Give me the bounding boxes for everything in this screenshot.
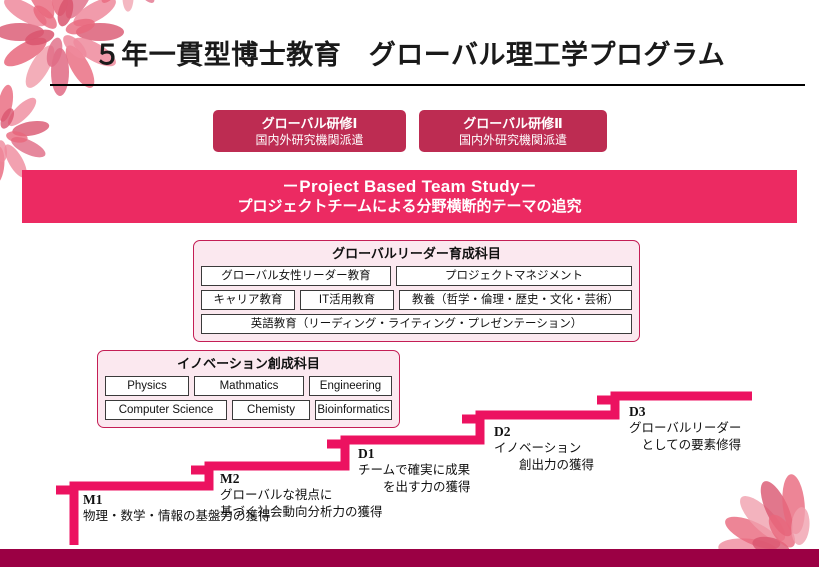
stage-description-line1: イノベーション	[494, 441, 582, 455]
stage-code: D3	[629, 404, 646, 419]
stage-label-d3: D3 グローバルリーダー としての要素修得	[629, 404, 741, 454]
stage-label-d2: D2 イノベーション 創出力の獲得	[494, 424, 594, 474]
stage-description-line2: としての要素修得	[629, 438, 742, 452]
stage-description-line2: 創出力の獲得	[494, 458, 595, 472]
stage-code: D2	[494, 424, 511, 439]
stage-description-line1: チームで確実に成果	[358, 463, 471, 477]
stage-description-line2: を出す力の獲得	[358, 480, 471, 494]
footer-bar	[0, 549, 819, 567]
slide-canvas: ５年一貫型博士教育 グローバル理工学プログラム グローバル研修Ⅰ 国内外研究機関…	[0, 0, 819, 567]
stage-label-d1: D1 チームで確実に成果 を出す力の獲得	[358, 446, 471, 496]
stage-code: D1	[358, 446, 375, 461]
stage-description-line2: 基づく社会動向分析力の獲得	[220, 505, 383, 519]
stage-description-line1: グローバルリーダー	[629, 421, 742, 435]
